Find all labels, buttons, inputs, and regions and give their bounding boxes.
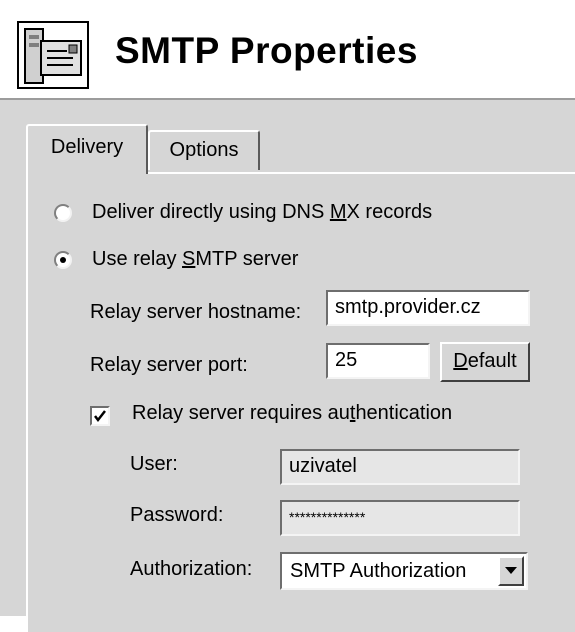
relay-smtp-radio[interactable] [54, 251, 72, 269]
port-label: Relay server port: [90, 354, 248, 376]
mail-server-icon [17, 21, 89, 89]
port-field[interactable]: 25 [326, 343, 430, 379]
authorization-label: Authorization: [130, 558, 253, 580]
dns-mx-radio[interactable] [54, 204, 72, 222]
password-field[interactable]: ************** [280, 500, 520, 536]
dns-mx-label[interactable]: Deliver directly using DNS MX records [92, 201, 432, 224]
default-button[interactable]: Default [440, 342, 530, 382]
password-label: Password: [130, 504, 224, 526]
dialog-body: Delivery Options Deliver directly using … [0, 100, 575, 632]
dropdown-button[interactable] [498, 556, 524, 586]
relay-smtp-label[interactable]: Use relay SMTP server [92, 248, 298, 271]
chevron-down-icon [505, 567, 517, 574]
user-field[interactable]: uzivatel [280, 449, 520, 485]
auth-checkbox[interactable] [90, 406, 110, 426]
auth-checkbox-label[interactable]: Relay server requires authentication [132, 402, 452, 425]
authorization-select[interactable]: SMTP Authorization [280, 552, 528, 590]
dialog-title: SMTP Properties [115, 30, 418, 71]
dialog-header: SMTP Properties [0, 0, 575, 100]
radio-selected-dot [60, 257, 66, 263]
authorization-selected-value: SMTP Authorization [290, 560, 467, 582]
tab-options[interactable]: Options [148, 130, 260, 170]
delivery-tab-panel: Deliver directly using DNS MX records Us… [26, 172, 575, 632]
hostname-field[interactable]: smtp.provider.cz [326, 290, 530, 326]
tab-delivery[interactable]: Delivery [26, 124, 148, 174]
hostname-label: Relay server hostname: [90, 301, 302, 323]
user-label: User: [130, 453, 178, 475]
checkmark-icon [94, 410, 106, 423]
